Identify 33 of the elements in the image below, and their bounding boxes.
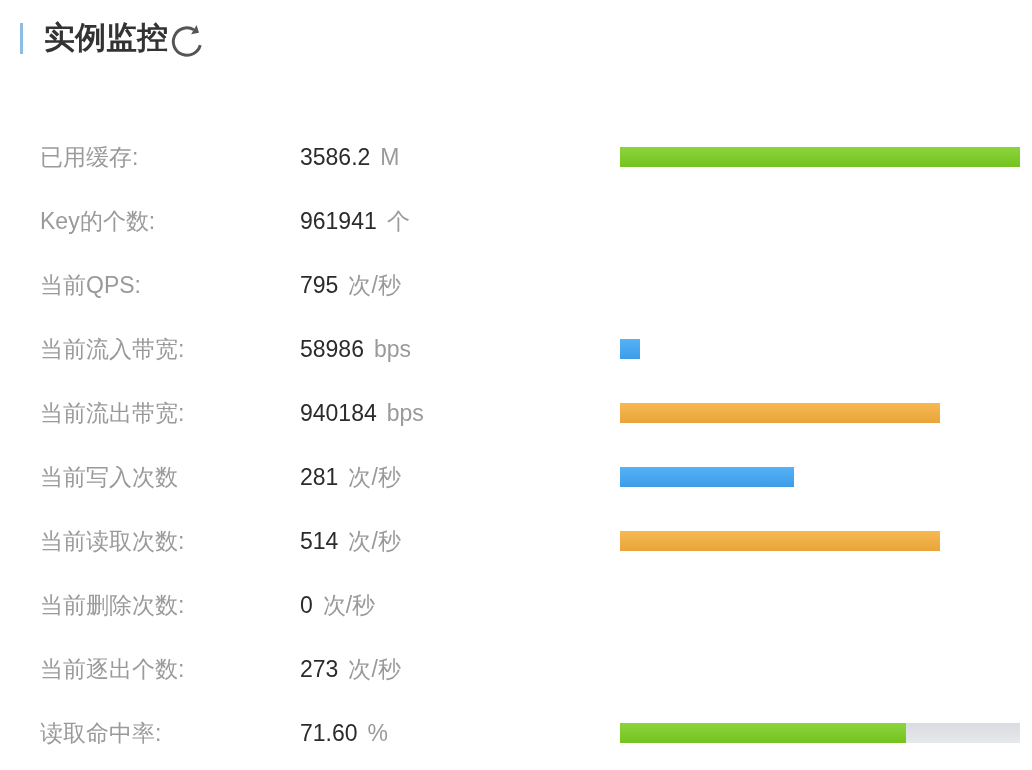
metric-unit: 个 <box>386 206 410 236</box>
metric-value: 0 <box>300 591 313 619</box>
metric-value: 961941 <box>300 207 377 235</box>
metric-label: 读取命中率: <box>40 718 162 748</box>
metric-value: 281 <box>300 463 339 491</box>
metric-value: 940184 <box>300 399 377 427</box>
metric-value: 71.60 <box>300 719 358 747</box>
metric-unit: bps <box>373 335 412 363</box>
metric-unit: bps <box>386 399 424 427</box>
metric-value: 58986 <box>300 335 364 363</box>
metric-unit: 次/秒 <box>348 654 401 684</box>
metric-unit: % <box>367 719 388 747</box>
metric-unit: 次/秒 <box>348 462 401 492</box>
section-title: 实例监控 <box>44 21 168 55</box>
refresh-button[interactable] <box>171 25 203 57</box>
metric-value: 514 <box>300 527 339 555</box>
metric-label: 当前逐出个数: <box>40 654 185 684</box>
metric-label: 当前读取次数: <box>40 526 185 556</box>
metric-label: 当前流出带宽: <box>40 398 185 428</box>
metric-value: 3586.2 <box>300 143 371 171</box>
metric-label: 当前流入带宽: <box>40 334 185 364</box>
metric-label: 当前删除次数: <box>40 590 185 620</box>
metric-label: 已用缓存: <box>40 142 139 172</box>
metric-unit: 次/秒 <box>322 590 376 620</box>
metric-unit: M <box>380 143 400 171</box>
metric-value: 273 <box>300 655 339 683</box>
refresh-icon <box>171 25 203 57</box>
metric-label: 当前QPS: <box>40 270 141 300</box>
metric-label: Key的个数: <box>40 206 156 236</box>
metric-label: 当前写入次数 <box>40 462 178 492</box>
metric-value: 795 <box>300 271 339 299</box>
metric-unit: 次/秒 <box>348 526 401 556</box>
metric-unit: 次/秒 <box>348 270 401 300</box>
